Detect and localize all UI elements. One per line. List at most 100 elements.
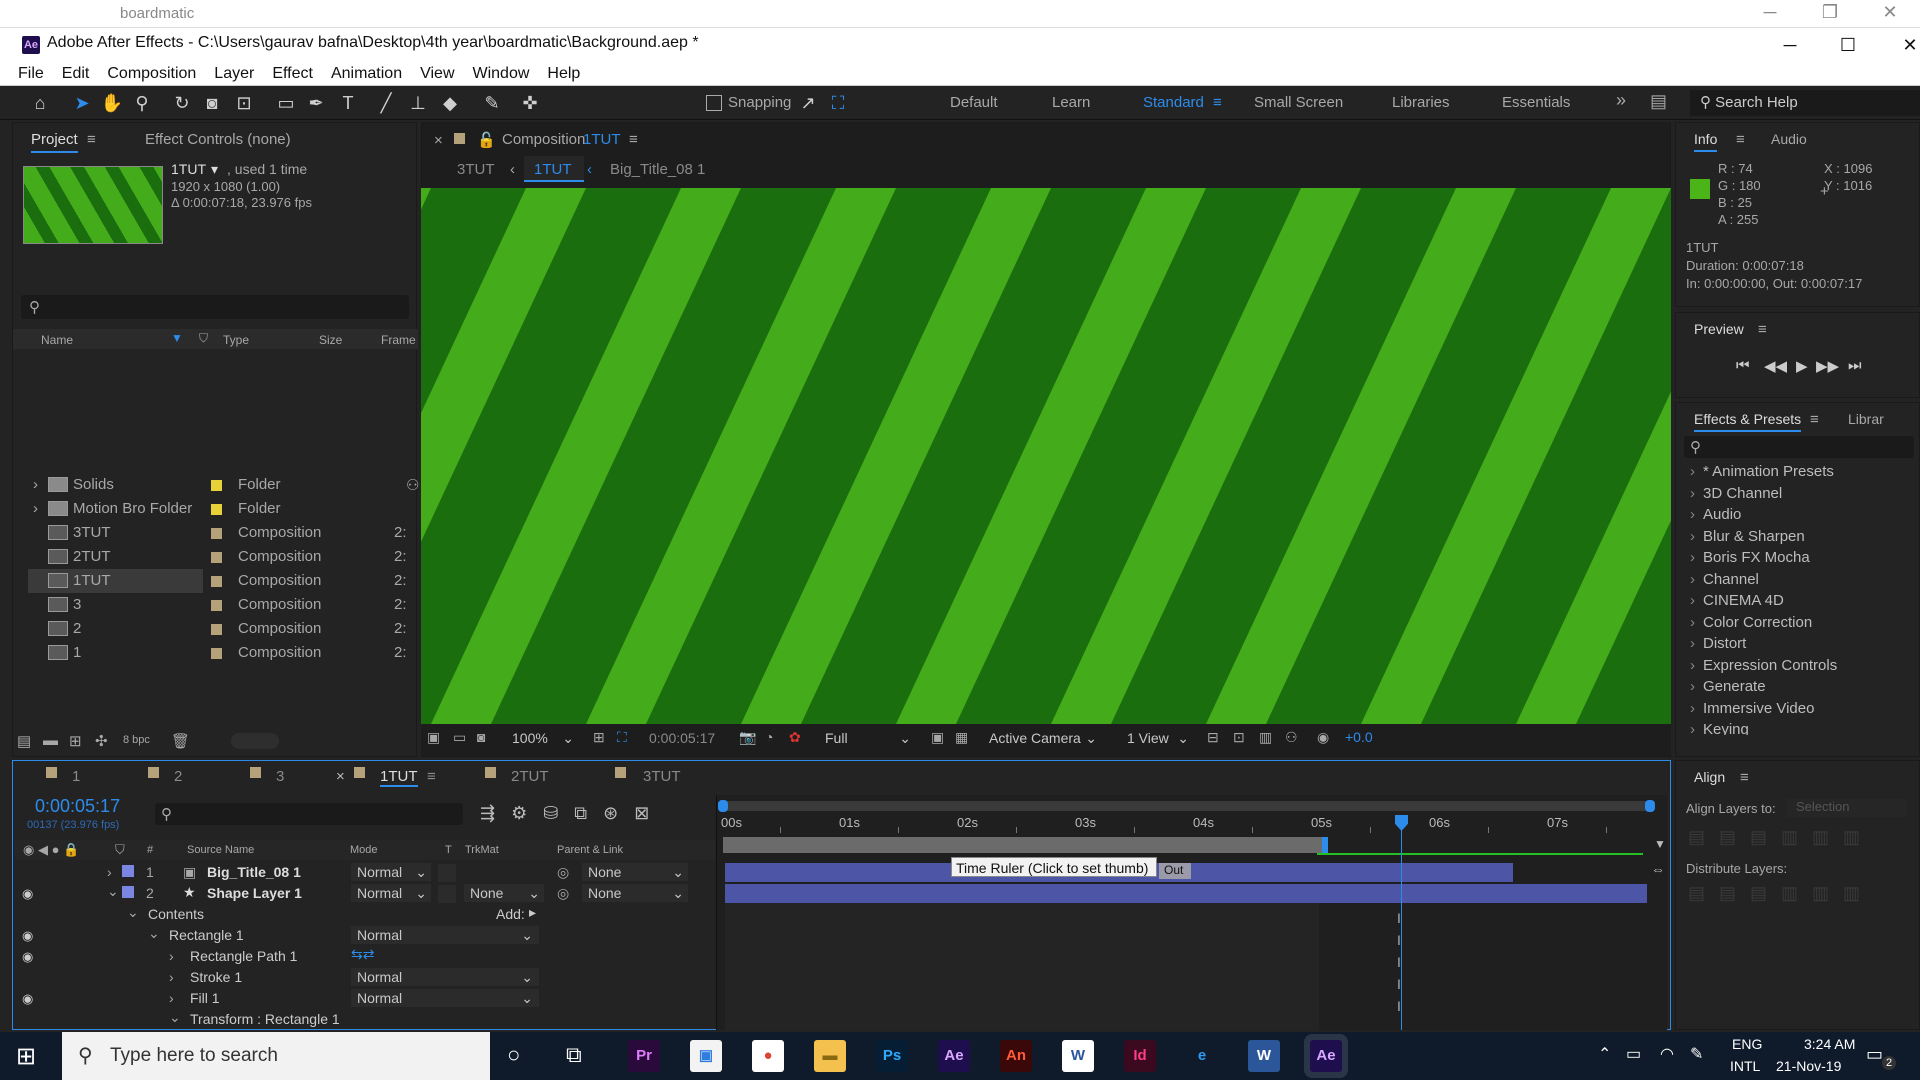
workspace-default[interactable]: Default — [950, 94, 998, 111]
taskbar-app-icon[interactable]: ▬ — [814, 1040, 846, 1072]
show-snapshot-icon[interactable]: ◔ — [765, 729, 773, 745]
channel-icon[interactable]: ✿ — [789, 729, 801, 746]
effects-category[interactable]: › Channel — [1690, 571, 1759, 588]
taskbar-search-input[interactable]: ⚲ Type here to search — [62, 1032, 490, 1080]
preserve-transparency-toggle[interactable] — [438, 864, 456, 882]
toggle-pixel-icon[interactable]: ⊟ — [1207, 729, 1219, 746]
rotate-tool-icon[interactable]: ↻ — [170, 92, 194, 114]
taskbar-app-icon[interactable]: W — [1062, 1040, 1094, 1072]
task-view-icon[interactable]: ⧉ — [566, 1042, 582, 1068]
effects-category[interactable]: › Distort — [1690, 635, 1746, 652]
exposure-value[interactable]: +0.0 — [1345, 729, 1373, 745]
language-intl[interactable]: INTL — [1730, 1058, 1760, 1074]
next-frame-icon[interactable]: ▶▶ — [1816, 357, 1839, 375]
trkmat-dropdown[interactable]: None ⌄ — [464, 884, 544, 902]
close-tab-icon[interactable]: × — [434, 132, 443, 149]
workspace-standard[interactable]: Standard — [1143, 94, 1204, 111]
menu-layer[interactable]: Layer — [214, 63, 254, 85]
tab-comp-2tut[interactable]: 2TUT — [511, 768, 549, 785]
selection-tool-icon[interactable]: ➤ — [70, 92, 94, 114]
project-zoom-slider[interactable] — [231, 733, 279, 749]
layer-row-2[interactable]: ◉ ⌄ 2 ★ Shape Layer 1 Normal ⌄ None ⌄ ◎ No… — [15, 883, 715, 904]
col-mode[interactable]: Mode — [350, 844, 378, 856]
always-preview-icon[interactable]: ▣ — [427, 729, 440, 746]
workspace-essentials[interactable]: Essentials — [1502, 94, 1570, 111]
contents-row[interactable]: ⌄ Contents Add: ▸ — [15, 904, 715, 925]
effects-menu-icon[interactable]: ≡ — [1810, 411, 1819, 428]
workspace-learn[interactable]: Learn — [1052, 94, 1090, 111]
flowchart-icon[interactable]: ⚇ — [1285, 729, 1298, 746]
explorer-maximize-button[interactable]: ❐ — [1800, 0, 1860, 27]
type-tool-icon[interactable]: T — [336, 92, 360, 114]
snap-features-icon[interactable]: ⛶ — [826, 92, 850, 114]
tab-info[interactable]: Info — [1694, 131, 1718, 152]
adjust-settings-icon[interactable]: ✣ — [95, 732, 108, 750]
zoom-tool-icon[interactable]: ⚲ — [130, 92, 154, 114]
layer-parent-dropdown[interactable]: None ⌄ — [582, 863, 688, 881]
col-frame[interactable]: Frame — [381, 333, 416, 347]
effects-category[interactable]: › 3D Channel — [1690, 485, 1782, 502]
align-to-dropdown[interactable]: Selection — [1786, 799, 1906, 817]
effects-category[interactable]: › Expression Controls — [1690, 657, 1837, 674]
effects-category[interactable]: › Generate — [1690, 678, 1766, 695]
col-size[interactable]: Size — [319, 333, 342, 347]
expand-chevron-icon[interactable]: › — [169, 990, 174, 1006]
taskbar-app-icon[interactable]: Pr — [628, 1040, 660, 1072]
maximize-button[interactable]: ☐ — [1818, 30, 1878, 60]
clock-date[interactable]: 21-Nov-19 — [1776, 1058, 1841, 1074]
collapse-chevron-icon[interactable]: ⌄ — [148, 925, 160, 942]
layer-mode-dropdown[interactable]: Normal ⌄ — [351, 884, 431, 902]
comp-marker-bin-icon[interactable]: ▼ — [1654, 837, 1666, 851]
time-ruler[interactable]: 00s 01s 02s 03s 04s 05s 06s 07s — [717, 813, 1657, 835]
expand-chevron-icon[interactable]: › — [107, 864, 112, 880]
project-item[interactable]: › Motion Bro Folder Folder — [28, 497, 428, 521]
layer-label-swatch[interactable] — [122, 886, 134, 898]
effects-category[interactable]: › Immersive Video — [1690, 700, 1814, 717]
play-icon[interactable]: ▶ — [1796, 357, 1808, 375]
timeline-search-input[interactable]: ⚲ — [155, 803, 463, 825]
eraser-tool-icon[interactable]: ◆ — [438, 92, 462, 114]
crumb-1tut[interactable]: 1TUT — [524, 156, 584, 182]
timeline-icon[interactable]: ▥ — [1259, 729, 1272, 746]
taskbar-app-icon[interactable]: Ae — [938, 1040, 970, 1072]
work-area-marker[interactable] — [1322, 837, 1328, 853]
label-swatch[interactable] — [211, 480, 222, 491]
pan-behind-tool-icon[interactable]: ⊡ — [232, 92, 256, 114]
taskbar-app-icon[interactable]: Ae — [1310, 1040, 1342, 1072]
workspace-libraries[interactable]: Libraries — [1392, 94, 1450, 111]
stroke-mode-dropdown[interactable]: Normal ⌄ — [351, 968, 539, 986]
taskbar-app-icon[interactable]: ▣ — [690, 1040, 722, 1072]
menu-animation[interactable]: Animation — [331, 63, 402, 85]
project-item[interactable]: › Solids Folder ⚇ — [28, 473, 428, 497]
collapse-chevron-icon[interactable]: ⌄ — [107, 883, 119, 900]
clock-time[interactable]: 3:24 AM — [1804, 1036, 1855, 1052]
tab-effect-controls[interactable]: Effect Controls (none) — [145, 131, 291, 148]
project-item[interactable]: 3TUT Composition 2: — [28, 521, 428, 545]
effects-category[interactable]: › CINEMA 4D — [1690, 592, 1784, 609]
menu-help[interactable]: Help — [547, 63, 580, 85]
layer-bar-2[interactable] — [725, 884, 1647, 903]
tab-comp-3tut[interactable]: 3TUT — [643, 768, 681, 785]
project-menu-icon[interactable]: ≡ — [87, 131, 96, 148]
current-time-field[interactable]: 0:00:05:17 — [643, 729, 717, 747]
comp-tab-name[interactable]: 1TUT — [583, 131, 621, 148]
project-item[interactable]: 1 Composition 2: — [28, 641, 428, 665]
first-frame-icon[interactable]: ⏮ — [1736, 357, 1750, 374]
layer-label-swatch[interactable] — [122, 865, 134, 877]
layer-name[interactable]: Big_Title_08 1 — [207, 864, 301, 880]
timeline-current-time[interactable]: 0:00:05:17 — [35, 796, 120, 817]
crumb-3tut[interactable]: 3TUT — [457, 161, 495, 178]
reset-exposure-icon[interactable]: ◉ — [1317, 729, 1329, 746]
monitor-icon[interactable]: ▭ — [453, 729, 466, 746]
notification-icon[interactable]: ▭ — [1866, 1044, 1883, 1065]
pickwhip-icon[interactable]: ◎ — [557, 885, 569, 902]
project-item[interactable]: 3 Composition 2: — [28, 593, 428, 617]
tab-comp-2[interactable]: 2 — [174, 768, 182, 785]
effects-category[interactable]: › Color Correction — [1690, 614, 1812, 631]
rectangle-tool-icon[interactable]: ▭ — [274, 92, 298, 114]
col-type[interactable]: Type — [223, 333, 249, 347]
effects-category[interactable]: › Keying — [1690, 721, 1749, 735]
expand-chevron-icon[interactable]: › — [33, 500, 38, 517]
snap-edges-icon[interactable]: ↗ — [796, 92, 820, 114]
align-menu-icon[interactable]: ≡ — [1740, 769, 1749, 786]
